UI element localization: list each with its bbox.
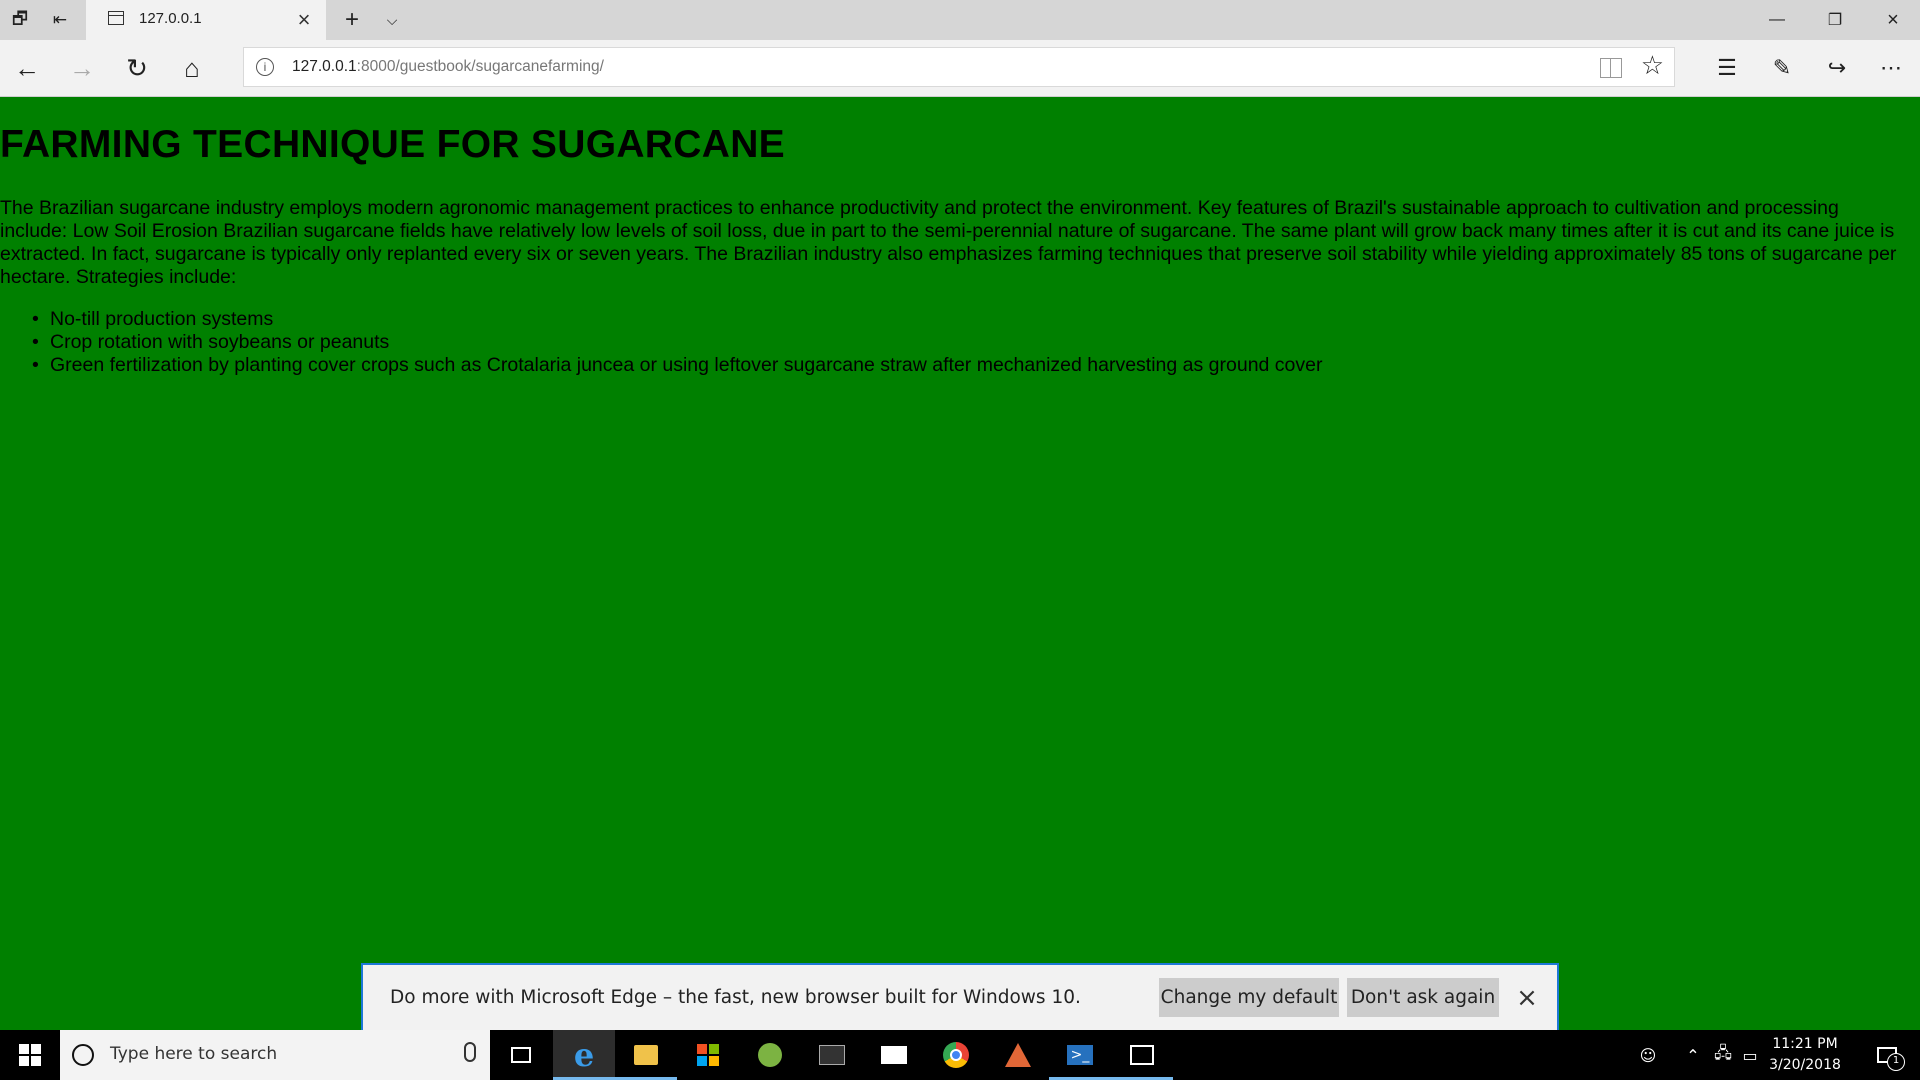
close-tab-icon[interactable]: ×	[284, 0, 324, 40]
microphone-icon[interactable]	[464, 1042, 476, 1062]
notification-count-badge: 1	[1887, 1053, 1905, 1071]
web-note-icon[interactable]: ✎	[1755, 40, 1809, 96]
network-icon[interactable]: 🖧	[1708, 1030, 1738, 1080]
list-item: Crop rotation with soybeans or peanuts	[32, 331, 1323, 354]
start-button[interactable]	[0, 1030, 60, 1080]
url-text[interactable]: 127.0.0.1:8000/guestbook/sugarcanefarmin…	[292, 58, 604, 76]
windows-logo-icon	[19, 1044, 41, 1066]
terminal-icon[interactable]	[801, 1030, 863, 1080]
edge-taskbar-icon[interactable]: e	[553, 1030, 615, 1080]
people-icon[interactable]: ☺	[1630, 1030, 1666, 1080]
refresh-icon[interactable]: ↻	[110, 40, 164, 96]
clock-date: 3/20/2018	[1769, 1057, 1841, 1073]
page-favicon-icon	[108, 11, 124, 25]
tab-title: 127.0.0.1	[139, 10, 202, 27]
share-icon[interactable]: ↪	[1810, 40, 1864, 96]
address-bar[interactable]: i 127.0.0.1:8000/guestbook/sugarcanefarm…	[243, 47, 1675, 87]
list-item: No-till production systems	[32, 308, 1323, 331]
restore-icon[interactable]: ❐	[1806, 0, 1864, 40]
home-icon[interactable]: ⌂	[165, 40, 219, 96]
page-heading: FARMING TECHNIQUE FOR SUGARCANE	[0, 123, 785, 166]
tab-active[interactable]: 127.0.0.1 ×	[86, 0, 326, 40]
set-aside-tabs-icon[interactable]: ⇤	[40, 0, 80, 40]
chrome-icon[interactable]	[925, 1030, 987, 1080]
tab-preview-chevron-icon[interactable]: ⌵	[372, 0, 412, 40]
favorites-hub-icon[interactable]: ☰	[1700, 40, 1754, 96]
back-icon[interactable]: ←	[0, 40, 54, 96]
task-view-icon[interactable]	[490, 1030, 552, 1080]
strategy-list: No-till production systems Crop rotation…	[32, 308, 1323, 377]
title-bar: 🗗 ⇤ 127.0.0.1 × + ⌵ — ❐ ×	[0, 0, 1920, 40]
intro-paragraph: The Brazilian sugarcane industry employs…	[0, 197, 1897, 288]
page-content: FARMING TECHNIQUE FOR SUGARCANE The Braz…	[0, 97, 1920, 1030]
reading-view-icon[interactable]	[1600, 58, 1622, 78]
powershell-icon[interactable]: >_	[1049, 1030, 1111, 1080]
store-icon[interactable]	[677, 1030, 739, 1080]
battery-icon[interactable]: ▭	[1738, 1030, 1762, 1080]
more-icon[interactable]: ⋯	[1865, 40, 1919, 96]
taskbar-search-box[interactable]: Type here to search	[60, 1030, 490, 1080]
mail-icon[interactable]	[863, 1030, 925, 1080]
site-info-icon[interactable]: i	[256, 58, 274, 76]
notification-message: Do more with Microsoft Edge – the fast, …	[390, 987, 1081, 1008]
list-item: Green fertilization by planting cover cr…	[32, 354, 1323, 377]
dont-ask-again-button[interactable]: Don't ask again	[1347, 978, 1499, 1017]
new-tab-icon[interactable]: +	[332, 0, 372, 40]
system-clock[interactable]: 11:21 PM 3/20/2018	[1760, 1034, 1850, 1076]
change-default-button[interactable]: Change my default	[1159, 978, 1339, 1017]
clock-time: 11:21 PM	[1772, 1036, 1838, 1052]
photos-icon[interactable]	[1111, 1030, 1173, 1080]
favorite-star-icon[interactable]: ☆	[1641, 50, 1664, 81]
navigation-bar: ← → ↻ ⌂ i 127.0.0.1:8000/guestbook/sugar…	[0, 40, 1920, 97]
cortana-icon[interactable]	[72, 1044, 94, 1066]
search-placeholder: Type here to search	[110, 1044, 278, 1064]
forward-icon[interactable]: →	[55, 40, 109, 96]
file-explorer-icon[interactable]	[615, 1030, 677, 1080]
action-center-icon[interactable]: 1	[1862, 1030, 1912, 1080]
tab-manager-icon[interactable]: 🗗	[0, 0, 40, 40]
default-browser-notification: Do more with Microsoft Edge – the fast, …	[361, 963, 1559, 1030]
matlab-icon[interactable]	[987, 1030, 1049, 1080]
close-window-icon[interactable]: ×	[1864, 0, 1920, 40]
close-notification-icon[interactable]: ×	[1509, 978, 1545, 1017]
android-studio-icon[interactable]	[739, 1030, 801, 1080]
show-hidden-icons-chevron-icon[interactable]: ⌃	[1678, 1030, 1708, 1080]
taskbar: Type here to search e >_ ☺ ⌃ 🖧 ▭ 11:21 P…	[0, 1030, 1920, 1080]
minimize-icon[interactable]: —	[1748, 0, 1806, 40]
